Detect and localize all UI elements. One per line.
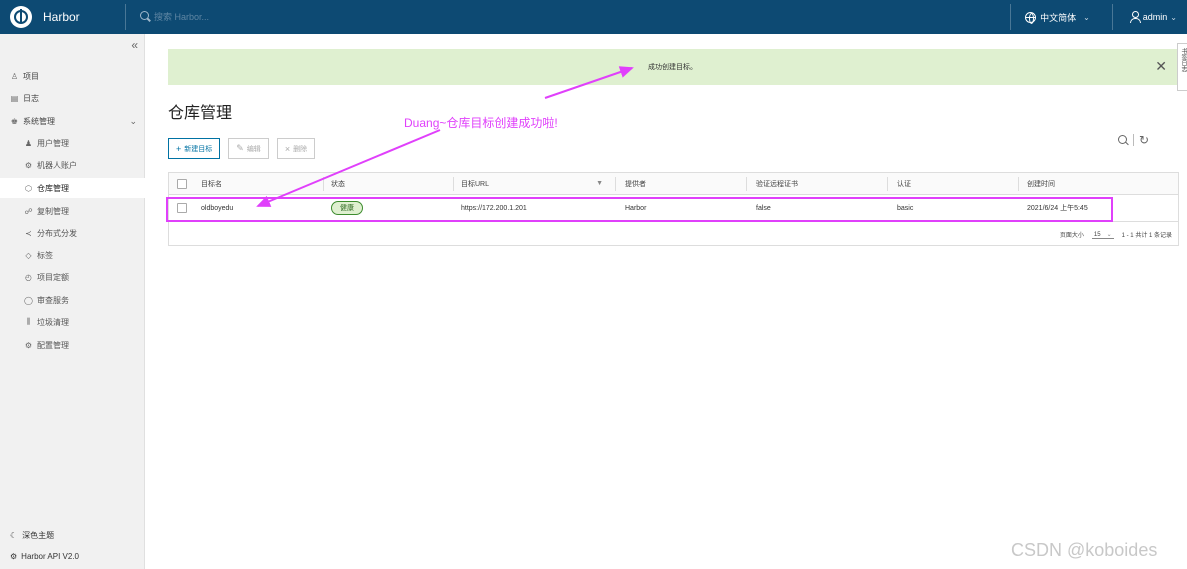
watermark: CSDN @koboides: [1011, 540, 1158, 560]
arrow-to-alert: [544, 66, 634, 99]
annotation-arrows: [256, 66, 634, 207]
arrow-to-row: [256, 129, 441, 207]
